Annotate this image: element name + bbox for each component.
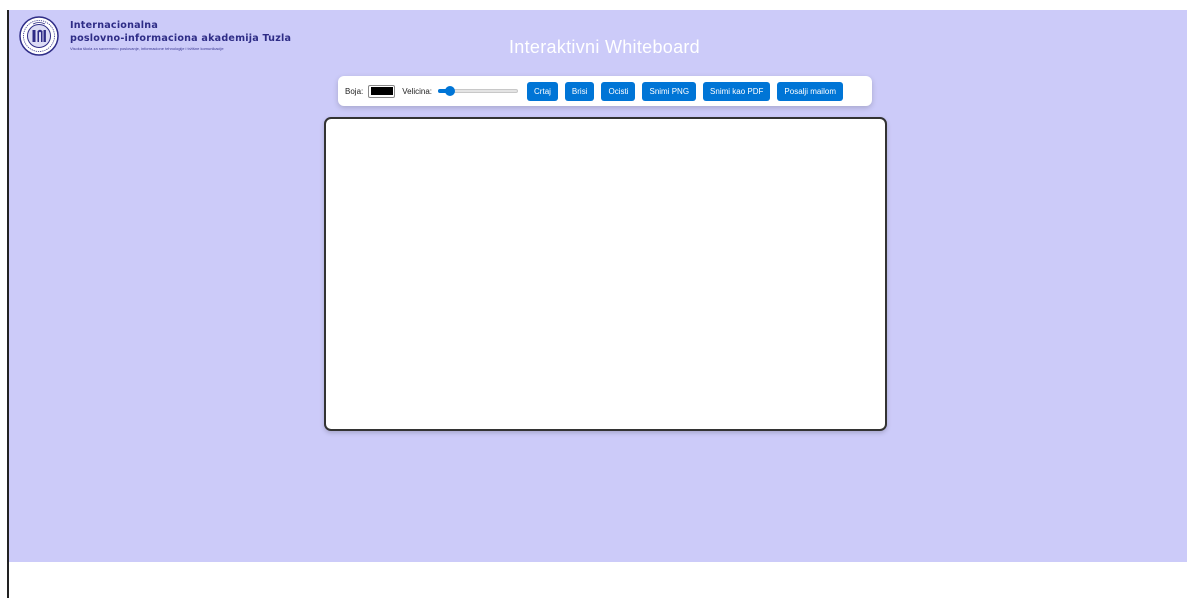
save-png-button[interactable]: Snimi PNG [642, 81, 697, 101]
color-label: Boja: [345, 86, 364, 96]
size-label: Velicina: [402, 86, 433, 96]
academy-name-line1: Internacionalna [70, 20, 158, 32]
color-picker[interactable] [368, 84, 396, 98]
slider-thumb[interactable] [445, 86, 456, 96]
send-mail-button[interactable]: Posalji mailom [777, 81, 843, 101]
color-picker-swatch [370, 87, 393, 95]
draw-button[interactable]: Crtaj [527, 81, 558, 101]
page-title: Interaktivni Whiteboard [509, 37, 700, 57]
drawing-toolbar: Boja: Velicina: Crtaj Brisi Ocisti Snimi… [338, 76, 872, 106]
window-left-edge [0, 0, 9, 598]
save-pdf-button[interactable]: Snimi kao PDF [703, 81, 771, 101]
brush-size-slider[interactable] [438, 85, 519, 97]
erase-button[interactable]: Brisi [564, 81, 595, 101]
app-background: Internacionalna poslovno-informaciona ak… [9, 10, 1187, 562]
clear-button[interactable]: Ocisti [601, 81, 636, 101]
whiteboard-canvas[interactable] [324, 117, 887, 431]
